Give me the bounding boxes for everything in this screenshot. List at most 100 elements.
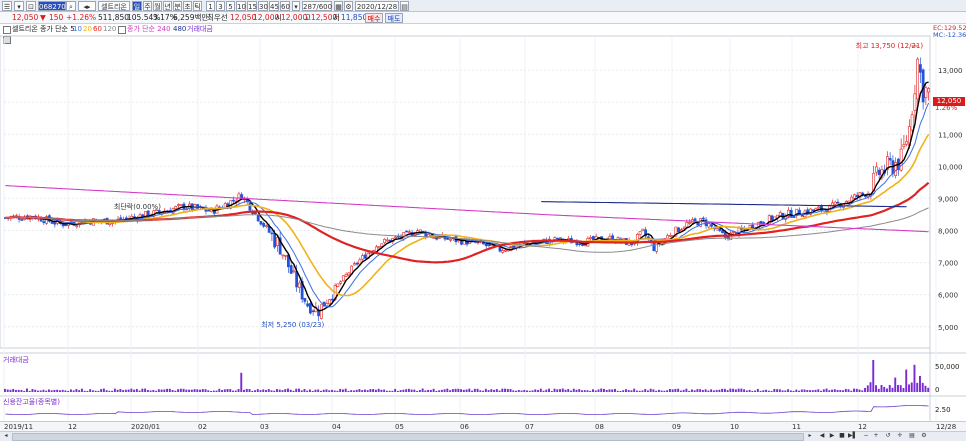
volume-bar [855,388,858,392]
scroll-left-icon[interactable]: ◂ [2,432,10,440]
volume-bar [781,390,784,392]
candle-body [924,87,928,98]
volume-bar [674,388,677,392]
volume-bar [534,389,537,392]
volume-bar [402,389,405,392]
moving-averages [5,81,930,312]
candle-body [108,222,112,225]
volume-bar [894,377,897,392]
volume-axis-zero: 0 [935,386,940,394]
volume-bar [133,389,136,392]
price-chart[interactable]: 5,0006,0007,0008,0009,00010,00011,00012,… [0,0,966,421]
candle-body [910,114,914,131]
volume-bar [655,390,658,392]
volume-bar [622,390,625,392]
volume-bar [309,389,311,392]
volume-bar [17,389,20,392]
candle-body [306,303,310,307]
volume-bar [138,390,141,392]
candle-body [641,228,645,232]
volume-bar [226,389,229,392]
volume-bar [803,389,806,392]
volume-bar [174,390,177,392]
volume-bar [858,389,861,392]
volume-bar [105,390,108,392]
volume-bar [457,388,460,392]
volume-bar [718,389,721,392]
volume-panel-label[interactable]: 거래대금 [3,356,123,365]
candle-body [918,64,922,73]
volume-bar [630,390,633,392]
volume-bar [141,388,144,392]
volume-bar [800,389,803,392]
crosshair-icon[interactable]: ✛ [896,432,904,440]
volume-bar [344,388,347,392]
print-icon[interactable]: ▤ [908,432,916,440]
volume-bar [416,390,419,392]
volume-bar [413,389,416,392]
candle-body [237,193,241,201]
candle-body [347,272,351,276]
volume-bar [888,384,891,392]
zoom-out-icon[interactable]: − [862,432,870,440]
play-icon[interactable]: ▶ [828,432,836,440]
candle-body [405,230,408,233]
volume-bar [361,390,364,392]
volume-bar [127,389,130,392]
volume-bar [754,390,757,392]
candle-body [853,194,856,199]
candle-body [927,88,931,93]
candle-body [902,144,906,147]
volume-bar [833,389,836,392]
stop-icon[interactable]: ■ [838,432,846,440]
candle-body [836,201,840,204]
price-tick-label: 6,000 [938,292,958,300]
volume-bar [429,389,432,392]
candle-body [207,209,211,212]
volume-bar [440,389,443,392]
volume-bar [78,390,81,392]
candle-body [355,262,359,265]
volume-axis-top: 50,000 [935,363,960,371]
volume-bar [866,385,869,392]
volume-bar [633,388,636,392]
zoom-in-icon[interactable]: + [872,432,880,440]
candle-body [265,225,268,227]
volume-bar [592,389,594,392]
candle-body [276,237,279,247]
volume-bar [603,388,605,392]
candle-body [284,254,288,257]
candle-body [330,298,334,301]
volume-bar [122,390,125,392]
volume-bar [778,389,781,392]
config-icon[interactable]: ⚙ [920,432,928,440]
price-tick-label: 10,000 [938,163,963,171]
volume-bar [311,390,314,392]
volume-bar [905,369,908,392]
candle-body [484,244,488,247]
volume-bar [473,388,476,392]
volume-bar [842,390,844,392]
volume-bar [410,389,413,392]
volume-bar [553,388,556,392]
first-page-icon[interactable]: ◀ [818,432,826,440]
candle-body [833,201,837,205]
credit-panel-label[interactable]: 신용잔고율(종목별) [3,398,123,407]
scroll-right-icon[interactable]: ▸ [806,432,814,440]
volume-bar [484,388,487,392]
volume-bar [424,390,427,392]
last-page-icon[interactable]: ▶▌ [848,432,857,440]
volume-bar [454,388,457,392]
volume-bar [256,389,259,392]
volume-bar [696,389,699,392]
volume-bar [853,388,855,392]
volume-bar [317,389,320,392]
volume-bar [699,389,702,392]
volume-bar [102,388,105,392]
price-tick-label: 8,000 [938,228,958,236]
volume-bar [921,382,924,392]
reset-icon[interactable]: ↺ [884,432,892,440]
volume-bar [298,388,300,392]
volume-bar [325,389,328,392]
volume-bar [190,389,193,392]
